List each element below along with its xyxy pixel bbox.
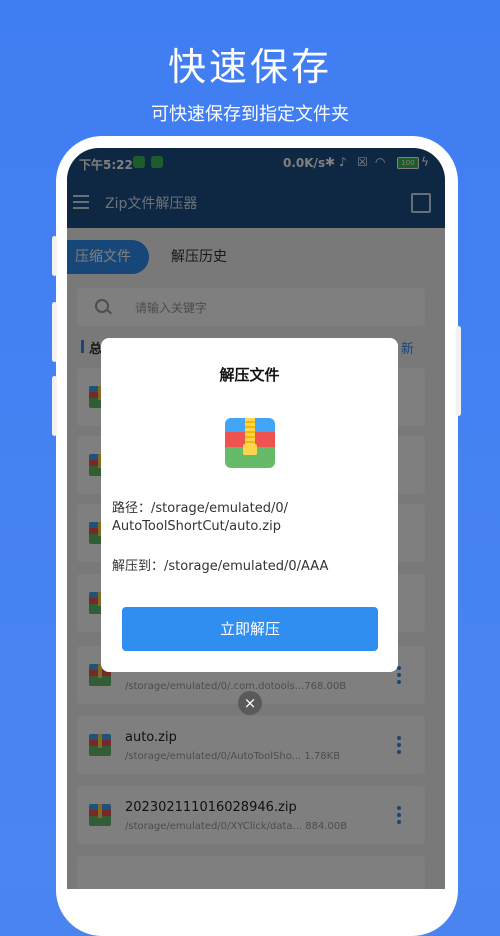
zip-archive-icon (225, 418, 275, 468)
phone-side-button (52, 302, 57, 362)
destination-path: 解压到：/storage/emulated/0/AAA (112, 559, 329, 574)
close-icon[interactable]: × (238, 691, 262, 715)
promo-subtitle: 可快速保存到指定文件夹 (151, 104, 349, 125)
phone-side-button (52, 376, 57, 436)
dialog-title: 解压文件 (219, 366, 280, 384)
source-path-value: AutoToolShortCut/auto.zip (112, 519, 281, 534)
extract-now-button[interactable]: 立即解压 (122, 607, 378, 651)
promo-title: 快速保存 (167, 45, 332, 89)
source-path-label: 路径：/storage/emulated/0/ (112, 501, 289, 516)
extract-dialog: 解压文件 路径：/storage/emulated/0/ AutoToolSho… (101, 338, 398, 672)
phone-side-button (456, 326, 461, 416)
phone-side-button (52, 236, 57, 276)
